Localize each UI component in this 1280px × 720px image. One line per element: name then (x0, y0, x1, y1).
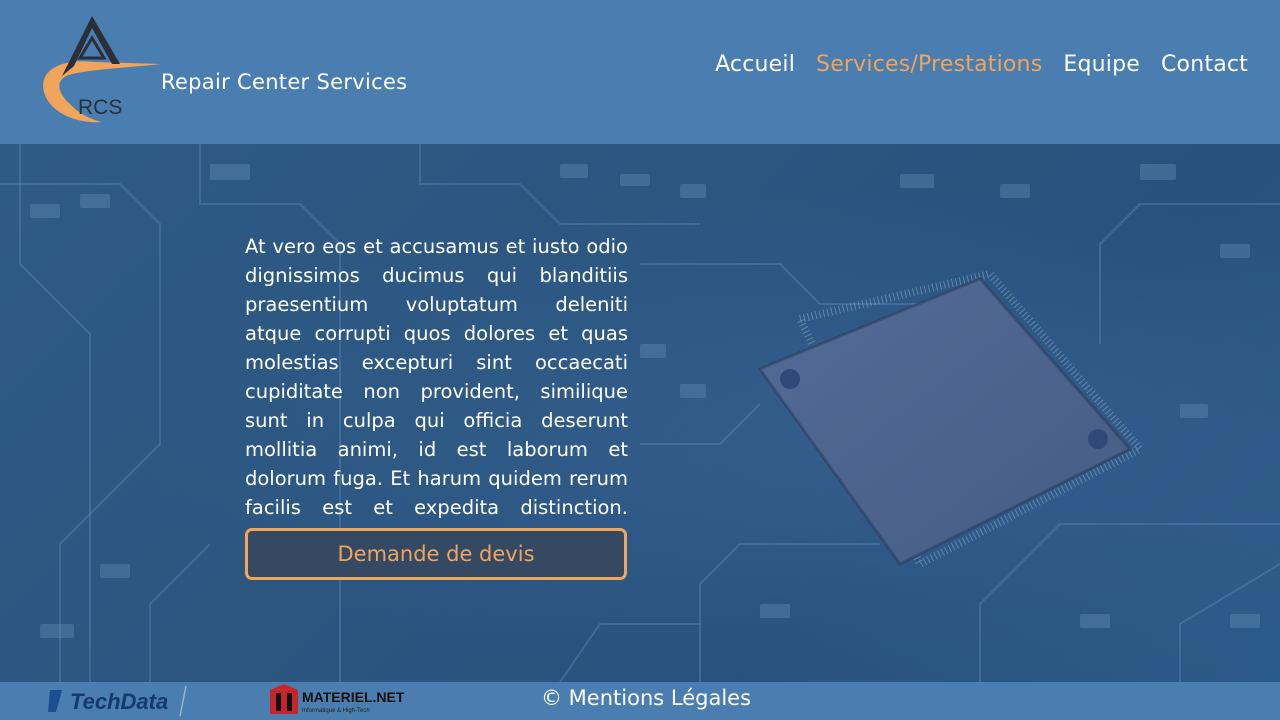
materiel-net-text: MATERIEL.NET (302, 689, 405, 705)
processor-chip (757, 269, 1147, 570)
materiel-net-logo[interactable]: MATERIEL.NET Informatique & High-Tech (268, 684, 418, 716)
circuit-board-background (0, 144, 1280, 682)
legal-notice-link[interactable]: © Mentions Légales (541, 686, 751, 710)
quote-request-button[interactable]: Demande de devis (245, 528, 627, 580)
nav-services[interactable]: Services/Prestations (816, 52, 1042, 77)
techdata-logo[interactable]: TechData (46, 684, 188, 718)
hero-paragraph: At vero eos et accusamus et iusto odio d… (245, 235, 628, 548)
rcs-logo[interactable]: RCS (34, 14, 169, 126)
main-nav: Accueil Services/Prestations Equipe Cont… (715, 52, 1248, 77)
nav-equipe[interactable]: Equipe (1063, 52, 1140, 77)
nav-accueil[interactable]: Accueil (715, 52, 795, 77)
site-header: RCS Repair Center Services Accueil Servi… (0, 0, 1280, 144)
brand-name: Repair Center Services (161, 70, 408, 94)
materiel-net-tagline: Informatique & High-Tech (302, 708, 370, 714)
logo-text: RCS (78, 96, 122, 119)
nav-contact[interactable]: Contact (1161, 52, 1248, 77)
hero-section: At vero eos et accusamus et iusto odio d… (0, 144, 1280, 682)
techdata-text: TechData (70, 689, 168, 714)
